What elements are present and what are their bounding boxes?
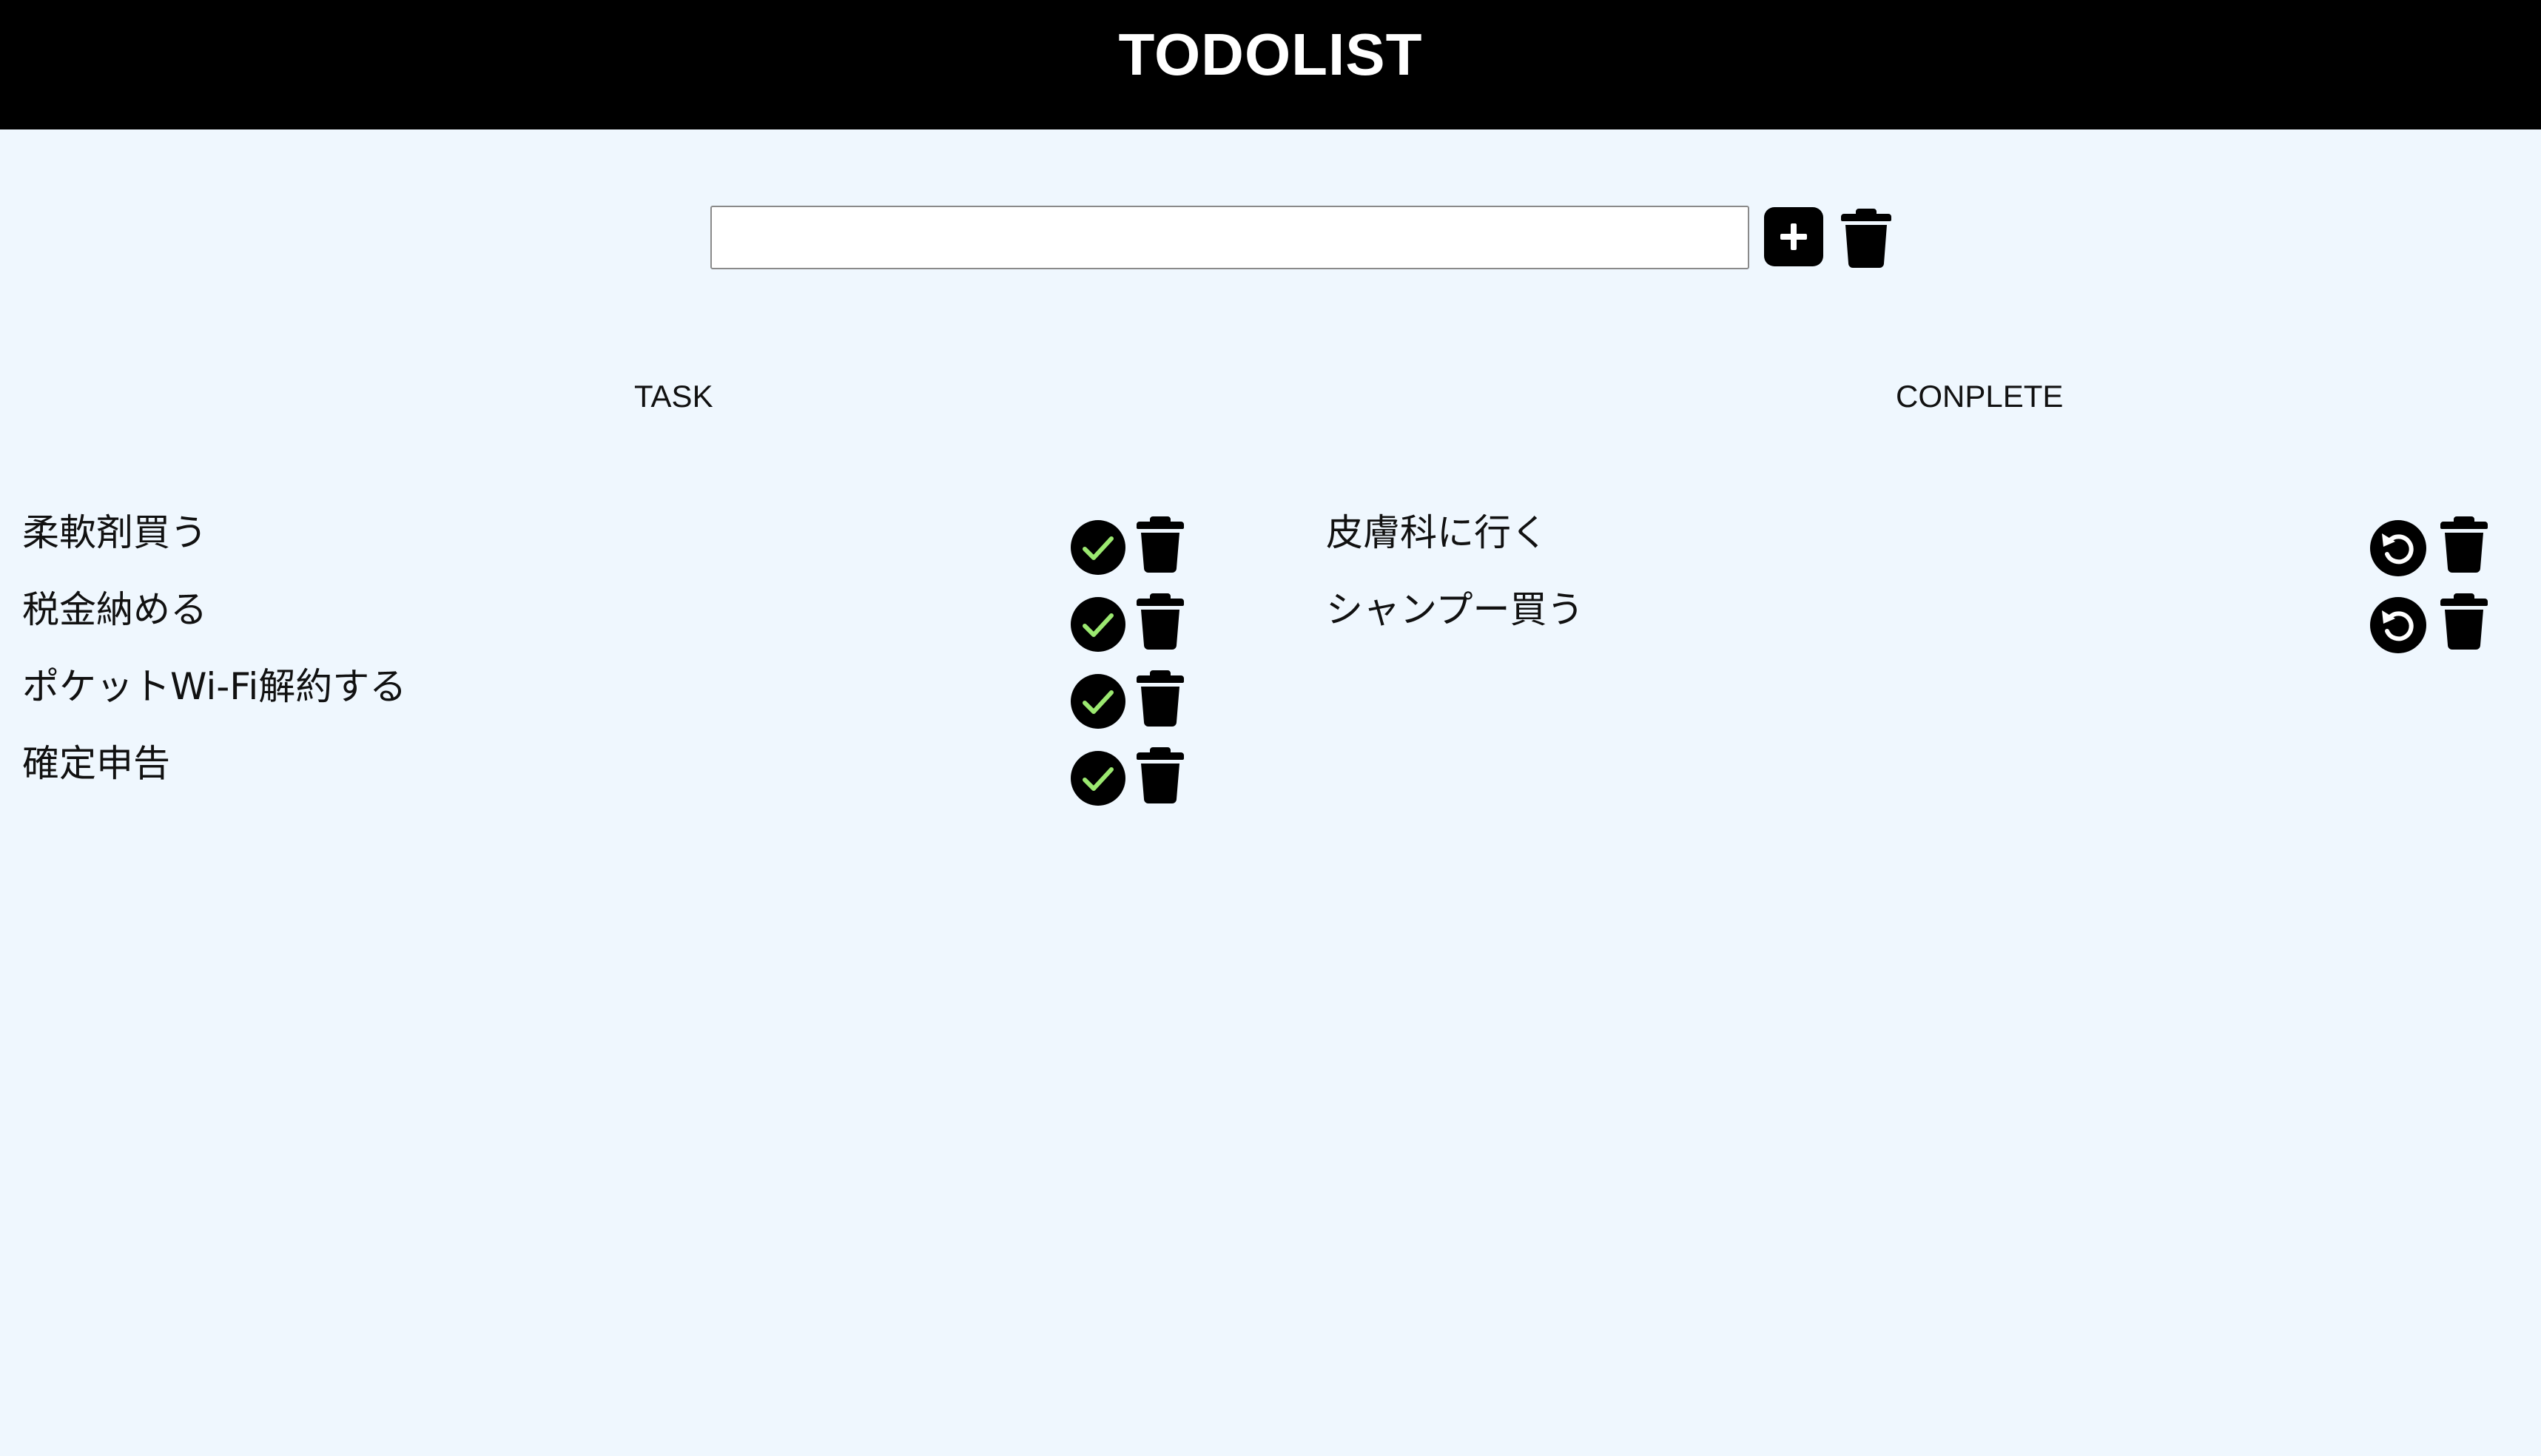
trash-icon: [2439, 513, 2489, 573]
delete-task-button[interactable]: [2439, 513, 2489, 573]
add-task-row: [710, 204, 1891, 271]
task-input[interactable]: [710, 206, 1749, 269]
task-list: 柔軟剤買う税金納めるポケットWi-Fi解約する 確定申告: [22, 503, 1191, 811]
check-circle-icon: [1070, 673, 1126, 729]
check-circle-icon: [1070, 596, 1126, 653]
task-item: 確定申告: [22, 734, 1191, 811]
trash-icon: [1135, 667, 1185, 727]
delete-task-button[interactable]: [1135, 590, 1185, 650]
undo-task-button[interactable]: [2369, 519, 2427, 577]
complete-item-label: シャンプー買う: [1326, 588, 1584, 631]
check-circle-icon: [1070, 519, 1126, 576]
task-column-title: TASK: [634, 379, 713, 414]
complete-item: シャンプー買う: [1326, 580, 2495, 657]
undo-circle-icon: [2369, 519, 2427, 577]
complete-task-button[interactable]: [1070, 596, 1126, 653]
delete-task-button[interactable]: [1135, 744, 1185, 803]
delete-task-button[interactable]: [2439, 590, 2489, 650]
complete-list: 皮膚科に行く シャンプー買う: [1326, 503, 2495, 657]
trash-icon: [2439, 590, 2489, 650]
task-item-label: ポケットWi-Fi解約する: [22, 665, 407, 708]
plus-icon: [1777, 220, 1810, 253]
complete-item-label: 皮膚科に行く: [1326, 511, 1548, 554]
add-task-button[interactable]: [1764, 207, 1823, 266]
complete-task-button[interactable]: [1070, 519, 1126, 576]
complete-task-button[interactable]: [1070, 750, 1126, 806]
check-circle-icon: [1070, 750, 1126, 806]
task-item-label: 柔軟剤買う: [22, 511, 207, 554]
clear-all-button[interactable]: [1840, 206, 1893, 268]
task-item-label: 税金納める: [22, 588, 207, 631]
trash-icon: [1135, 744, 1185, 803]
complete-column-title: CONPLETE: [1896, 379, 2064, 414]
undo-task-button[interactable]: [2369, 596, 2427, 654]
trash-icon: [1135, 513, 1185, 573]
app-title: TODOLIST: [1118, 21, 1423, 87]
trash-icon: [1135, 590, 1185, 650]
task-item: 税金納める: [22, 580, 1191, 657]
undo-circle-icon: [2369, 596, 2427, 654]
task-item-label: 確定申告: [22, 742, 170, 785]
delete-task-button[interactable]: [1135, 513, 1185, 573]
complete-task-button[interactable]: [1070, 673, 1126, 729]
task-item: ポケットWi-Fi解約する: [22, 657, 1191, 734]
task-item: 柔軟剤買う: [22, 503, 1191, 580]
complete-item: 皮膚科に行く: [1326, 503, 2495, 580]
app-header: TODOLIST: [0, 0, 2541, 129]
delete-task-button[interactable]: [1135, 667, 1185, 727]
trash-icon: [1840, 206, 1893, 268]
